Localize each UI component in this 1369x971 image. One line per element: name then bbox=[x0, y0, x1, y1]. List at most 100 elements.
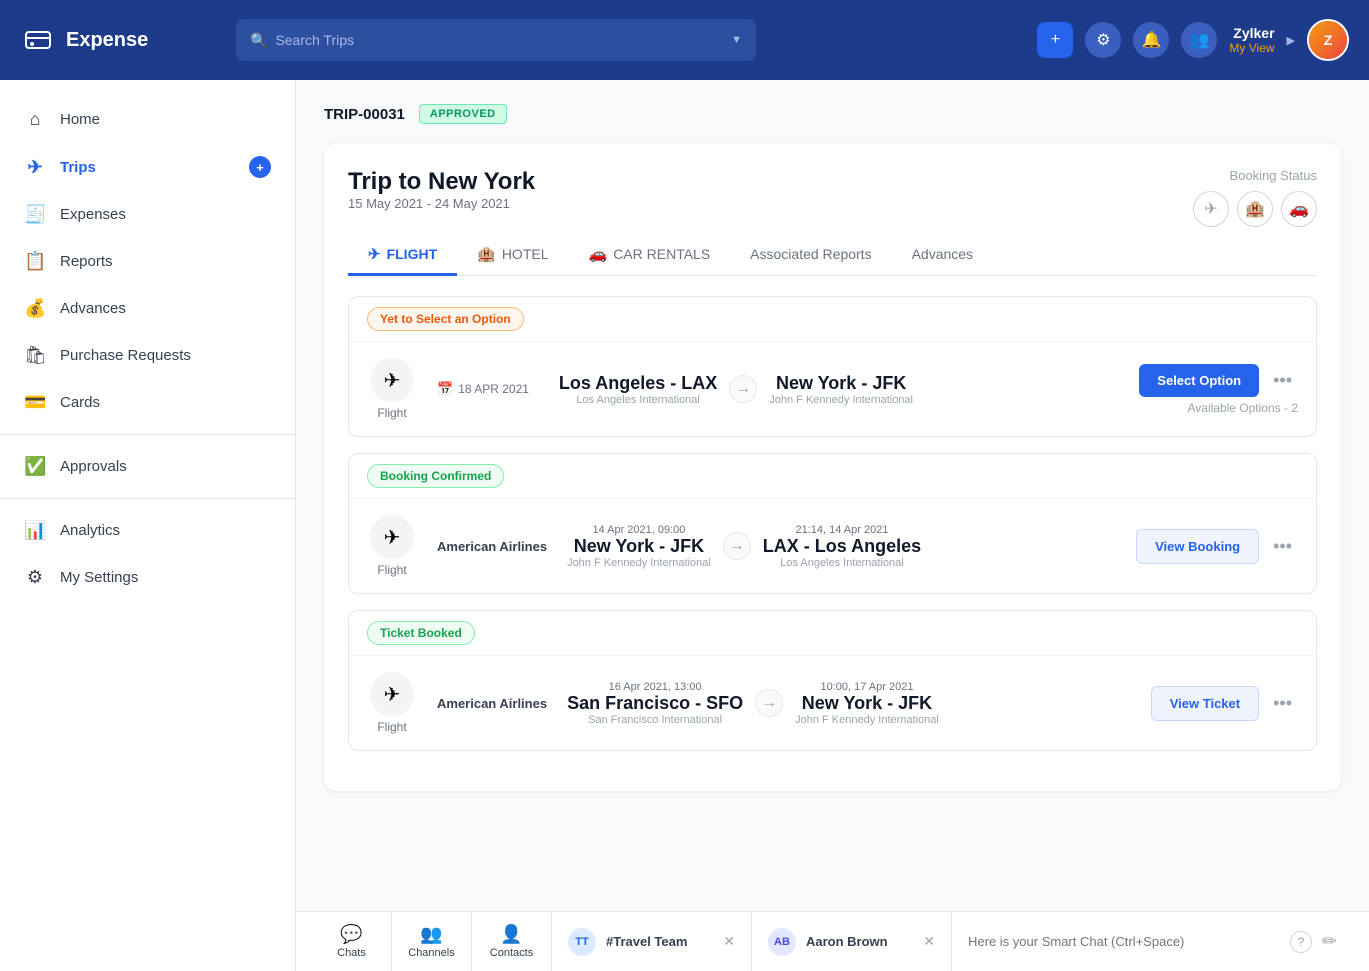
route-arrow-1: → bbox=[729, 375, 757, 403]
flight-2-to: 21:14, 14 Apr 2021 LAX - Los Angeles Los… bbox=[763, 524, 921, 569]
flight-1-action-row: Select Option ••• bbox=[1139, 364, 1298, 397]
travel-team-avatar: TT bbox=[568, 928, 596, 956]
chat-bar: 💬 Chats 👥 Channels 👤 Contacts TT #Travel… bbox=[296, 911, 1369, 971]
tab-flight[interactable]: ✈ FLIGHT bbox=[348, 235, 457, 276]
booking-car-icon-btn[interactable]: 🚗 bbox=[1281, 191, 1317, 227]
flight-2-route: 14 Apr 2021, 09:00 New York - JFK John F… bbox=[567, 524, 1108, 569]
flight-2-status: Booking Confirmed bbox=[367, 464, 504, 488]
trips-icon: ✈ bbox=[24, 157, 46, 178]
flight-3-airline: American Airlines bbox=[437, 696, 547, 711]
flight-1-row: ✈ Flight 📅 18 APR 2021 Los Angeles - LAX bbox=[349, 341, 1316, 436]
travel-team-avatar-text: TT bbox=[575, 936, 588, 948]
chat-panel-aaron[interactable]: AB Aaron Brown ✕ bbox=[752, 912, 952, 971]
search-dropdown-icon[interactable]: ▼ bbox=[731, 34, 742, 46]
tab-advances[interactable]: Advances bbox=[892, 235, 993, 276]
smart-chat-area[interactable]: ? ✏ bbox=[952, 931, 1353, 953]
smart-chat-input[interactable] bbox=[968, 934, 1280, 949]
add-button[interactable]: + bbox=[1037, 22, 1073, 58]
flight-2-airline: American Airlines bbox=[437, 539, 547, 554]
flight-3-depart-time: 16 Apr 2021, 13:00 bbox=[567, 681, 743, 693]
aaron-close-button[interactable]: ✕ bbox=[923, 933, 935, 950]
flight-3-actions: View Ticket ••• bbox=[1128, 686, 1298, 721]
search-bar[interactable]: 🔍 ▼ bbox=[236, 19, 756, 61]
travel-team-close-button[interactable]: ✕ bbox=[723, 933, 735, 950]
tabs: ✈ FLIGHT 🏨 HOTEL 🚗 CAR RENTALS Associate… bbox=[348, 235, 1317, 276]
avatar[interactable]: Z bbox=[1307, 19, 1349, 61]
flight-2-more-button[interactable]: ••• bbox=[1267, 532, 1298, 561]
top-navigation: Expense 🔍 ▼ + ⚙ 🔔 👥 Zylker My View ▶ Z bbox=[0, 0, 1369, 80]
flight-2-from-city: New York - JFK bbox=[567, 536, 711, 557]
main-layout: ⌂ Home ✈ Trips + 🧾 Expenses 📋 Reports 💰 … bbox=[0, 80, 1369, 971]
flight-1-more-button[interactable]: ••• bbox=[1267, 366, 1298, 395]
sidebar-label-expenses: Expenses bbox=[60, 206, 126, 223]
flight-1-date-text: 18 APR 2021 bbox=[458, 382, 529, 396]
users-icon: 👥 bbox=[1189, 30, 1209, 50]
chat-actions: ? ✏ bbox=[1290, 931, 1337, 953]
flight-1-plane-icon: ✈ bbox=[370, 358, 414, 402]
flight-3-icon-wrap: ✈ Flight bbox=[367, 672, 417, 734]
sidebar-item-approvals[interactable]: ✅ Approvals bbox=[0, 443, 295, 490]
tab-hotel[interactable]: 🏨 HOTEL bbox=[457, 235, 568, 276]
chat-panel-travel-team[interactable]: TT #Travel Team ✕ bbox=[552, 912, 752, 971]
chat-help-button[interactable]: ? bbox=[1290, 931, 1312, 953]
view-booking-button[interactable]: View Booking bbox=[1136, 529, 1259, 564]
sidebar-item-reports[interactable]: 📋 Reports bbox=[0, 238, 295, 285]
sidebar-item-trips[interactable]: ✈ Trips + bbox=[0, 143, 295, 191]
search-input[interactable] bbox=[275, 32, 723, 48]
flight-3-from: 16 Apr 2021, 13:00 San Francisco - SFO S… bbox=[567, 681, 743, 726]
content-inner: TRIP-00031 APPROVED Trip to New York 15 … bbox=[296, 80, 1369, 911]
flight-2-label: Flight bbox=[377, 563, 406, 577]
flight-1-from-airport: Los Angeles International bbox=[559, 394, 717, 406]
booking-flight-icon-btn[interactable]: ✈ bbox=[1193, 191, 1229, 227]
flight-group-2: Booking Confirmed ✈ Flight American Airl… bbox=[348, 453, 1317, 594]
flight-3-airline-wrap: American Airlines bbox=[437, 696, 547, 711]
user-dropdown-icon[interactable]: ▶ bbox=[1287, 34, 1295, 47]
trip-id-bar: TRIP-00031 APPROVED bbox=[324, 104, 1341, 124]
chats-icon: 💬 bbox=[340, 924, 362, 945]
flight-3-route: 16 Apr 2021, 13:00 San Francisco - SFO S… bbox=[567, 681, 1108, 726]
tab-hotel-label: HOTEL bbox=[502, 246, 549, 262]
sidebar-item-cards[interactable]: 💳 Cards bbox=[0, 379, 295, 426]
users-button[interactable]: 👥 bbox=[1181, 22, 1217, 58]
trip-dates: 15 May 2021 - 24 May 2021 bbox=[348, 196, 535, 211]
flight-group-1: Yet to Select an Option ✈ Flight 📅 18 AP… bbox=[348, 296, 1317, 437]
contacts-nav-btn[interactable]: 👤 Contacts bbox=[472, 912, 552, 971]
tab-associated-reports[interactable]: Associated Reports bbox=[730, 235, 891, 276]
view-ticket-button[interactable]: View Ticket bbox=[1151, 686, 1259, 721]
select-option-button[interactable]: Select Option bbox=[1139, 364, 1259, 397]
flight-3-more-button[interactable]: ••• bbox=[1267, 689, 1298, 718]
sidebar-label-trips: Trips bbox=[60, 159, 96, 176]
sidebar-item-expenses[interactable]: 🧾 Expenses bbox=[0, 191, 295, 238]
chats-nav-btn[interactable]: 💬 Chats bbox=[312, 912, 392, 971]
route-arrow-3: → bbox=[755, 689, 783, 717]
reports-icon: 📋 bbox=[24, 251, 46, 272]
sidebar-label-settings: My Settings bbox=[60, 569, 138, 586]
advances-icon: 💰 bbox=[24, 298, 46, 319]
channels-nav-btn[interactable]: 👥 Channels bbox=[392, 912, 472, 971]
sidebar-item-home[interactable]: ⌂ Home bbox=[0, 96, 295, 143]
flight-2-to-airport: Los Angeles International bbox=[763, 557, 921, 569]
flight-3-to-city: New York - JFK bbox=[795, 693, 939, 714]
route-arrow-2: → bbox=[723, 532, 751, 560]
sidebar-item-advances[interactable]: 💰 Advances bbox=[0, 285, 295, 332]
booking-hotel-icon-btn[interactable]: 🏨 bbox=[1237, 191, 1273, 227]
trip-title-row: Trip to New York 15 May 2021 - 24 May 20… bbox=[348, 168, 1317, 231]
sidebar-item-analytics[interactable]: 📊 Analytics bbox=[0, 507, 295, 554]
settings-button[interactable]: ⚙ bbox=[1085, 22, 1121, 58]
home-icon: ⌂ bbox=[24, 109, 46, 130]
flight-1-header: Yet to Select an Option bbox=[349, 297, 1316, 341]
app-name: Expense bbox=[66, 29, 148, 52]
sidebar-label-analytics: Analytics bbox=[60, 522, 120, 539]
sidebar-label-purchase: Purchase Requests bbox=[60, 347, 191, 364]
notifications-button[interactable]: 🔔 bbox=[1133, 22, 1169, 58]
compose-icon: ✏ bbox=[1322, 931, 1337, 951]
sidebar-item-my-settings[interactable]: ⚙ My Settings bbox=[0, 554, 295, 601]
flight-3-from-airport: San Francisco International bbox=[567, 714, 743, 726]
chat-compose-button[interactable]: ✏ bbox=[1322, 931, 1337, 952]
trips-badge[interactable]: + bbox=[249, 156, 271, 178]
sidebar-item-purchase-requests[interactable]: 🛍 Purchase Requests bbox=[0, 332, 295, 379]
logo-icon bbox=[20, 22, 56, 58]
tab-car-rentals[interactable]: 🚗 CAR RENTALS bbox=[569, 235, 731, 276]
sidebar: ⌂ Home ✈ Trips + 🧾 Expenses 📋 Reports 💰 … bbox=[0, 80, 296, 971]
sidebar-label-approvals: Approvals bbox=[60, 458, 127, 475]
